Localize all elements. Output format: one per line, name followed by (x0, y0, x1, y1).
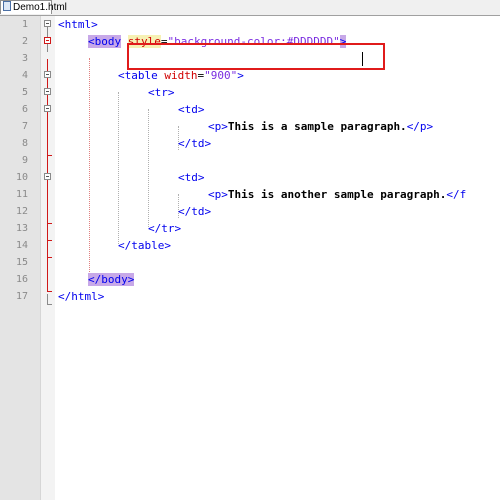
code-token: <html> (58, 18, 98, 31)
fold-toggle-icon[interactable] (44, 105, 51, 112)
fold-toggle-icon[interactable] (44, 37, 51, 44)
line-number: 12 (15, 206, 28, 217)
code-line[interactable]: 1 <html> (0, 16, 500, 33)
line-number: 5 (21, 87, 28, 98)
code-token: <td> (178, 171, 205, 184)
line-number: 2 (21, 36, 28, 47)
code-token: </p> (406, 120, 434, 133)
tab-bar: Demo1.html (0, 0, 500, 16)
line-number: 1 (21, 19, 28, 30)
fold-toggle-icon[interactable] (44, 20, 51, 27)
code-token: <body (88, 35, 122, 48)
code-token: <p> (208, 188, 228, 201)
code-token: </table> (118, 239, 171, 252)
line-number: 16 (15, 274, 28, 285)
code-text: <tr> (148, 84, 175, 101)
line-number: 6 (21, 104, 28, 115)
line-number: 9 (21, 155, 28, 166)
code-token: "900" (204, 69, 238, 82)
code-token: <p> (208, 120, 228, 133)
line-number: 7 (21, 121, 28, 132)
code-editor[interactable]: 1 <html> 2 <body style="background-color… (0, 16, 500, 500)
code-token: </f (446, 188, 467, 201)
file-tab-label: Demo1.html (13, 2, 67, 13)
code-line[interactable]: 17 </html> (0, 288, 500, 305)
text-cursor (362, 52, 363, 66)
code-token: </td> (178, 205, 212, 218)
line-number: 8 (21, 138, 28, 149)
code-text: <td> (178, 101, 205, 118)
code-line[interactable]: 9 (0, 152, 500, 169)
code-token: </html> (58, 290, 105, 303)
code-line[interactable]: 14 </table> (0, 237, 500, 254)
code-text: </td> (178, 135, 211, 152)
line-number: 17 (15, 291, 28, 302)
code-line[interactable]: 6 <td> (0, 101, 500, 118)
code-line[interactable]: 13 </tr> (0, 220, 500, 237)
file-tab[interactable]: Demo1.html (0, 0, 67, 14)
code-text: </table> (118, 237, 171, 254)
code-text: </td> (178, 203, 211, 220)
highlight-box (127, 43, 385, 70)
code-token: This is another sample paragraph. (227, 188, 447, 201)
code-text: <html> (58, 16, 98, 33)
code-token: This is a sample paragraph. (227, 120, 407, 133)
code-line[interactable]: 11 <p>This is another sample paragraph.<… (0, 186, 500, 203)
code-token: </body (88, 273, 128, 286)
code-token: </td> (178, 137, 212, 150)
code-line[interactable]: 5 <tr> (0, 84, 500, 101)
fold-toggle-icon[interactable] (44, 173, 51, 180)
line-number: 14 (15, 240, 28, 251)
code-line[interactable]: 16 </body> (0, 271, 500, 288)
code-token: > (237, 69, 244, 82)
code-token: <table (118, 69, 158, 82)
fold-toggle-icon[interactable] (44, 71, 51, 78)
line-number: 3 (21, 53, 28, 64)
code-text: </body> (88, 271, 135, 288)
code-line[interactable]: 12 </td> (0, 203, 500, 220)
code-text: <p>This is a sample paragraph.</p> (208, 118, 433, 135)
code-token: <td> (178, 103, 205, 116)
code-text: </tr> (148, 220, 181, 237)
code-token: > (127, 273, 135, 286)
code-text: <p>This is another sample paragraph.</f (208, 186, 466, 203)
fold-toggle-icon[interactable] (44, 88, 51, 95)
code-text: <td> (178, 169, 205, 186)
code-token: </tr> (148, 222, 182, 235)
line-number: 15 (15, 257, 28, 268)
code-line[interactable]: 7 <p>This is a sample paragraph.</p> (0, 118, 500, 135)
line-number: 11 (15, 189, 28, 200)
line-number: 13 (15, 223, 28, 234)
html-file-icon (3, 1, 11, 11)
code-line[interactable]: 8 </td> (0, 135, 500, 152)
code-text: </html> (58, 288, 104, 305)
line-number: 10 (15, 172, 28, 183)
code-token: <tr> (148, 86, 175, 99)
code-line[interactable]: 10 <td> (0, 169, 500, 186)
line-number: 4 (21, 70, 28, 81)
code-line[interactable]: 15 (0, 254, 500, 271)
code-token: width (164, 69, 198, 82)
